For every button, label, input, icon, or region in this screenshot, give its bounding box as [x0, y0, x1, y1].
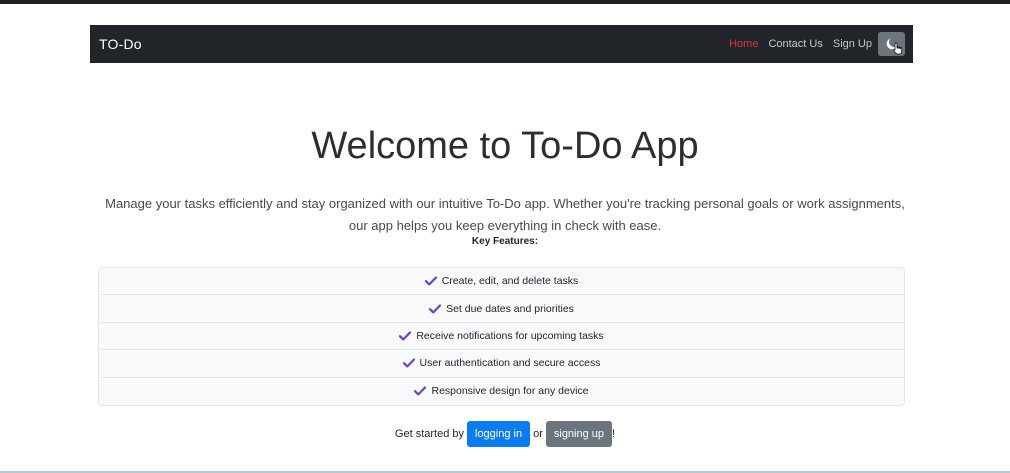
cta-prefix: Get started by	[394, 428, 464, 440]
brand-logo[interactable]: TO-Do	[99, 36, 142, 52]
feature-label: Set due dates and priorities	[446, 302, 574, 315]
get-started-line: Get started by logging in or signing up …	[0, 421, 1010, 447]
login-button[interactable]: logging in	[467, 421, 531, 447]
feature-label: Receive notifications for upcoming tasks	[416, 329, 604, 342]
feature-label: Responsive design for any device	[431, 385, 589, 398]
window-top-border	[0, 0, 1010, 4]
theme-toggle-button[interactable]	[878, 32, 905, 56]
cta-suffix: !	[612, 428, 616, 440]
check-icon	[399, 331, 412, 341]
page-title: Welcome to To-Do App	[311, 125, 699, 167]
feature-label: Create, edit, and delete tasks	[441, 275, 579, 288]
nav-links: Home Contact Us Sign Up	[729, 32, 905, 56]
check-icon	[414, 386, 427, 396]
feature-label: User authentication and secure access	[419, 357, 601, 370]
intro-paragraph: Manage your tasks efficiently and stay o…	[105, 196, 905, 233]
list-item: Receive notifications for upcoming tasks	[99, 323, 904, 351]
check-icon	[429, 303, 442, 314]
features-heading: Key Features:	[471, 236, 539, 247]
navbar: TO-Do Home Contact Us Sign Up	[90, 25, 913, 63]
nav-link-sign-up[interactable]: Sign Up	[833, 38, 872, 50]
hand-cursor-icon	[893, 42, 903, 55]
list-item: Set due dates and priorities	[99, 295, 904, 323]
nav-link-home[interactable]: Home	[729, 38, 758, 50]
list-item: Create, edit, and delete tasks	[99, 268, 904, 296]
nav-link-contact-us[interactable]: Contact Us	[768, 38, 822, 50]
check-icon	[424, 276, 437, 286]
list-item: Responsive design for any device	[99, 378, 904, 405]
feature-list: Create, edit, and delete tasks Set due d…	[98, 267, 905, 406]
signup-button[interactable]: signing up	[545, 421, 613, 447]
check-icon	[402, 358, 415, 368]
list-item: User authentication and secure access	[99, 350, 904, 378]
cta-middle: or	[533, 428, 543, 440]
